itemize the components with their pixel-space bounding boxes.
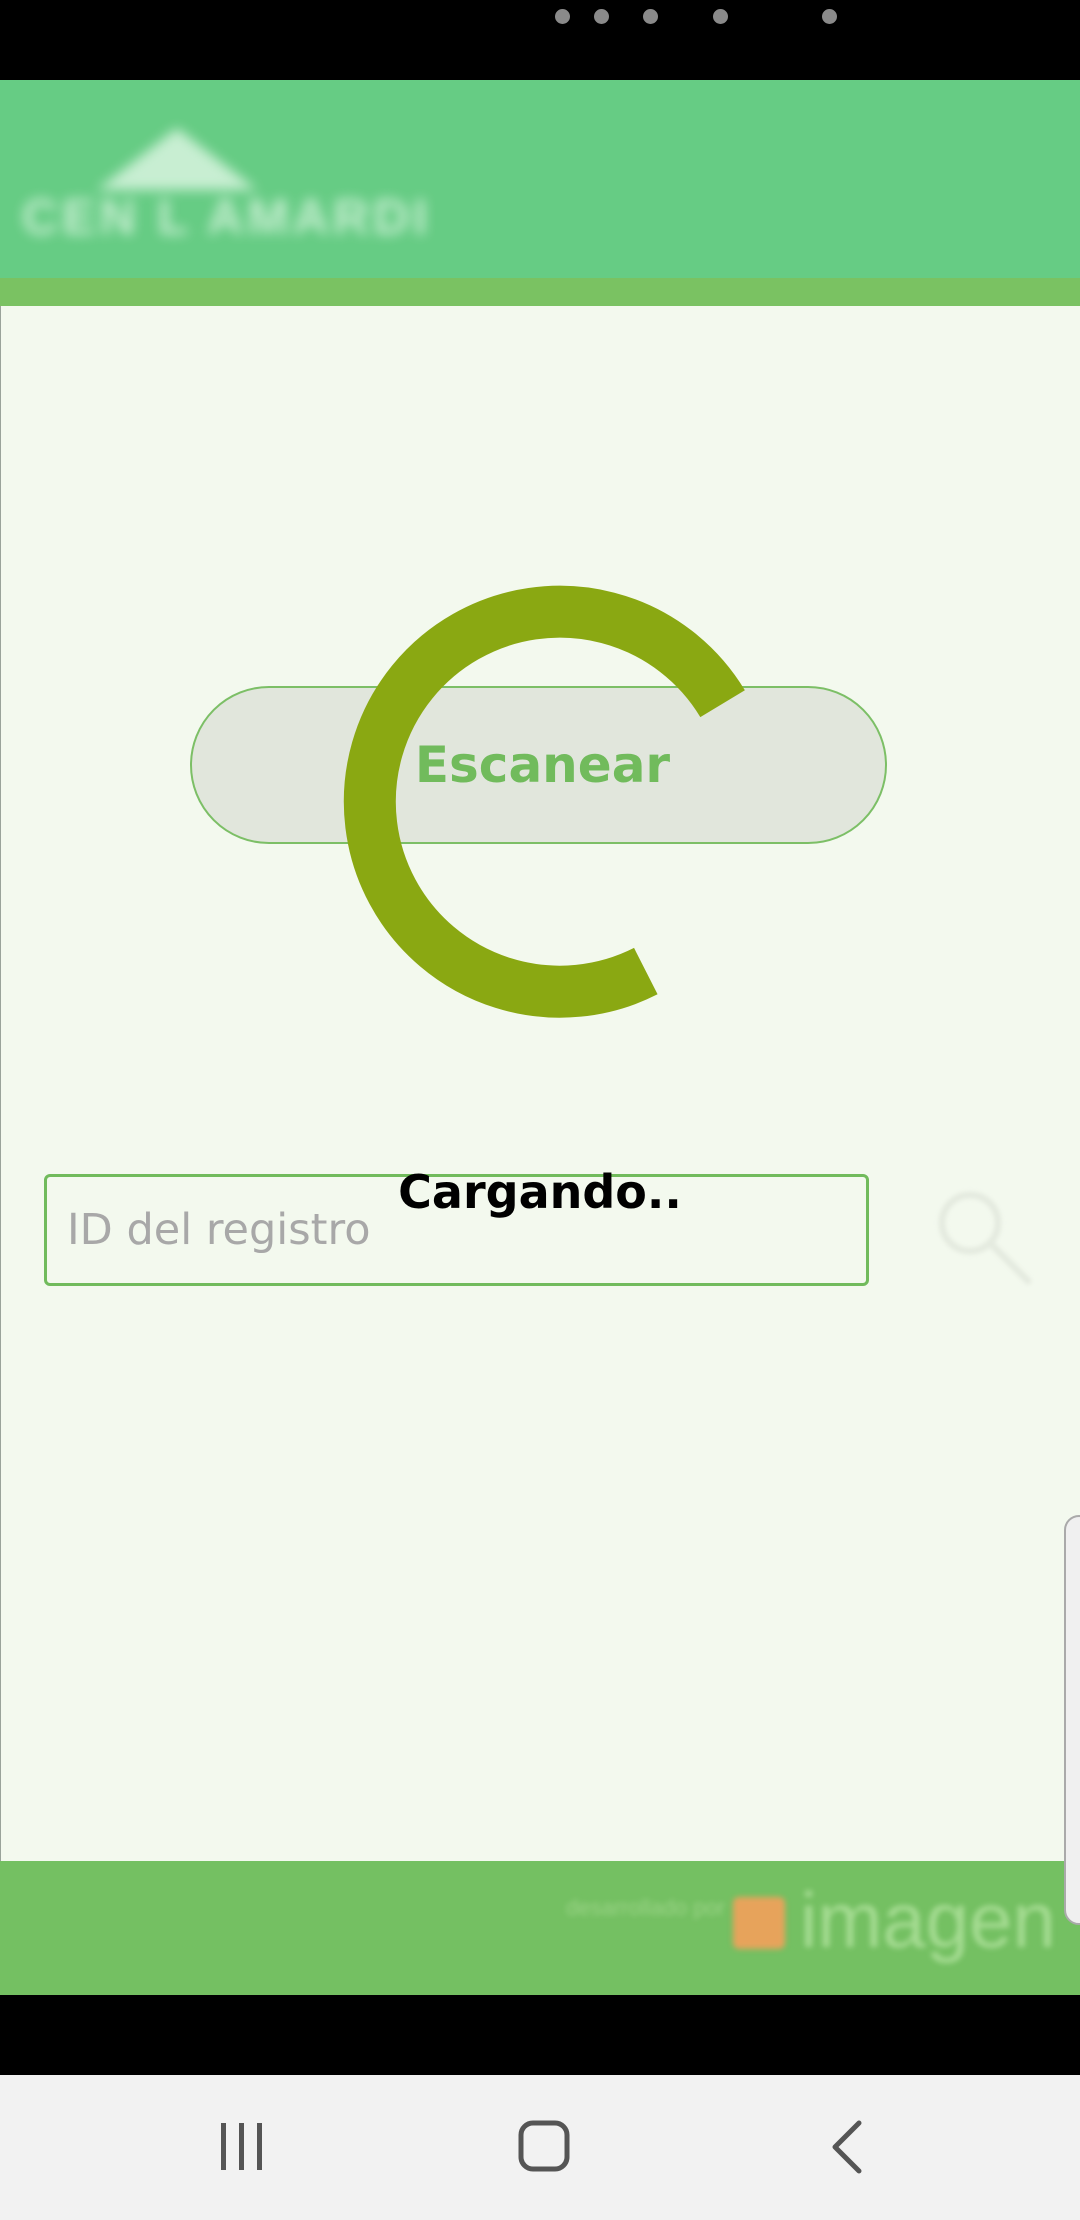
search-icon[interactable]	[932, 1185, 1042, 1295]
status-icon	[643, 9, 658, 24]
header-divider	[0, 278, 1080, 306]
app-header: CEN L AMARDI	[0, 80, 1080, 278]
logo-mountain-icon	[97, 128, 257, 190]
app-footer: desarrollado por imagen	[0, 1861, 1080, 1995]
status-icon	[713, 9, 728, 24]
status-icon	[822, 9, 837, 24]
app-logo: CEN L AMARDI	[22, 118, 492, 248]
back-icon[interactable]	[802, 2115, 892, 2180]
brand-mark-icon	[733, 1897, 785, 1949]
edge-panel-handle[interactable]	[1064, 1515, 1080, 1925]
record-id-input[interactable]	[44, 1174, 869, 1286]
logo-text: CEN L AMARDI	[22, 189, 432, 245]
footer-credit-small: desarrollado por	[566, 1895, 725, 1920]
main-content	[0, 306, 1080, 1861]
footer-credit-brand: imagen	[800, 1876, 1056, 1964]
footer-credit: desarrollado por imagen	[555, 1876, 1056, 1976]
status-icon	[594, 9, 609, 24]
home-icon[interactable]	[499, 2115, 589, 2180]
scan-button-label: Escanear	[414, 736, 671, 794]
status-icon	[555, 9, 570, 24]
recent-apps-icon[interactable]	[197, 2115, 287, 2180]
scan-button[interactable]: Escanear	[190, 686, 887, 844]
status-bar	[0, 0, 1080, 80]
